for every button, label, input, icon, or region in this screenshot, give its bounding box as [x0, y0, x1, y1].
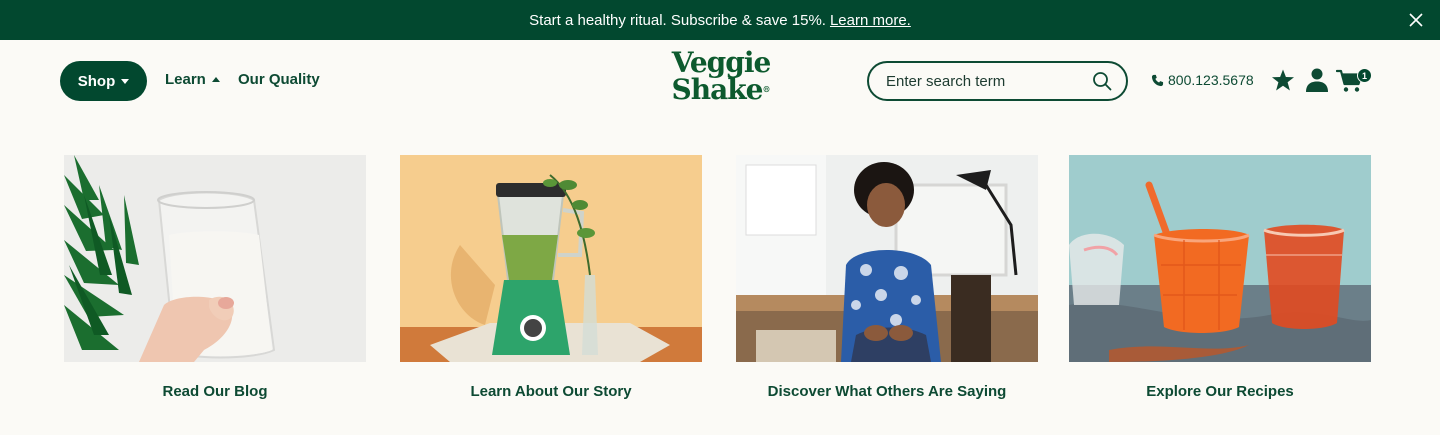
phone-icon	[1151, 74, 1164, 86]
promo-text: Start a healthy ritual. Subscribe & save…	[529, 11, 826, 29]
search-icon[interactable]	[1092, 71, 1112, 91]
veggie-shake-logo[interactable]: Veggie Shake®	[668, 46, 774, 106]
shop-menu-button[interactable]: Shop	[60, 61, 147, 101]
card-discover-what-others-are-saying[interactable]: Discover What Others Are Saying	[736, 155, 1038, 400]
recipes-image	[1069, 155, 1371, 362]
close-icon[interactable]	[1408, 12, 1424, 28]
card-label: Learn About Our Story	[470, 383, 632, 400]
card-label: Discover What Others Are Saying	[767, 383, 1007, 400]
promo-banner: Start a healthy ritual. Subscribe & save…	[0, 0, 1440, 40]
our-quality-label: Our Quality	[238, 71, 320, 88]
chevron-up-icon	[211, 77, 220, 82]
our-quality-link[interactable]: Our Quality	[238, 71, 320, 88]
search-input[interactable]	[886, 72, 1092, 90]
card-explore-our-recipes[interactable]: Explore Our Recipes	[1069, 155, 1371, 400]
card-read-our-blog[interactable]: Read Our Blog	[64, 155, 366, 400]
cart-count-badge: 1	[1357, 68, 1372, 83]
story-image	[400, 155, 702, 362]
card-learn-about-our-story[interactable]: Learn About Our Story	[400, 155, 702, 400]
blog-image	[64, 155, 366, 362]
card-label: Read Our Blog	[162, 383, 268, 400]
logo-line-2: Shake	[671, 73, 764, 106]
phone-link[interactable]: 800.123.5678	[1151, 72, 1254, 88]
phone-number: 800.123.5678	[1168, 72, 1254, 88]
shop-label: Shop	[77, 72, 116, 90]
registered-mark: ®	[762, 84, 771, 94]
testimonial-image	[736, 155, 1038, 362]
search-box	[867, 61, 1128, 101]
promo-learn-more-link[interactable]: Learn more.	[830, 12, 911, 29]
learn-menu[interactable]: Learn	[165, 71, 220, 88]
account-icon[interactable]	[1306, 68, 1328, 92]
card-label: Explore Our Recipes	[1146, 383, 1294, 400]
learn-label: Learn	[165, 71, 206, 88]
star-icon[interactable]	[1271, 69, 1295, 92]
chevron-down-icon	[121, 78, 130, 84]
site-header: Shop Learn Our Quality Veggie Shake® 800…	[0, 40, 1440, 122]
logo-line-1: Veggie	[671, 46, 772, 79]
